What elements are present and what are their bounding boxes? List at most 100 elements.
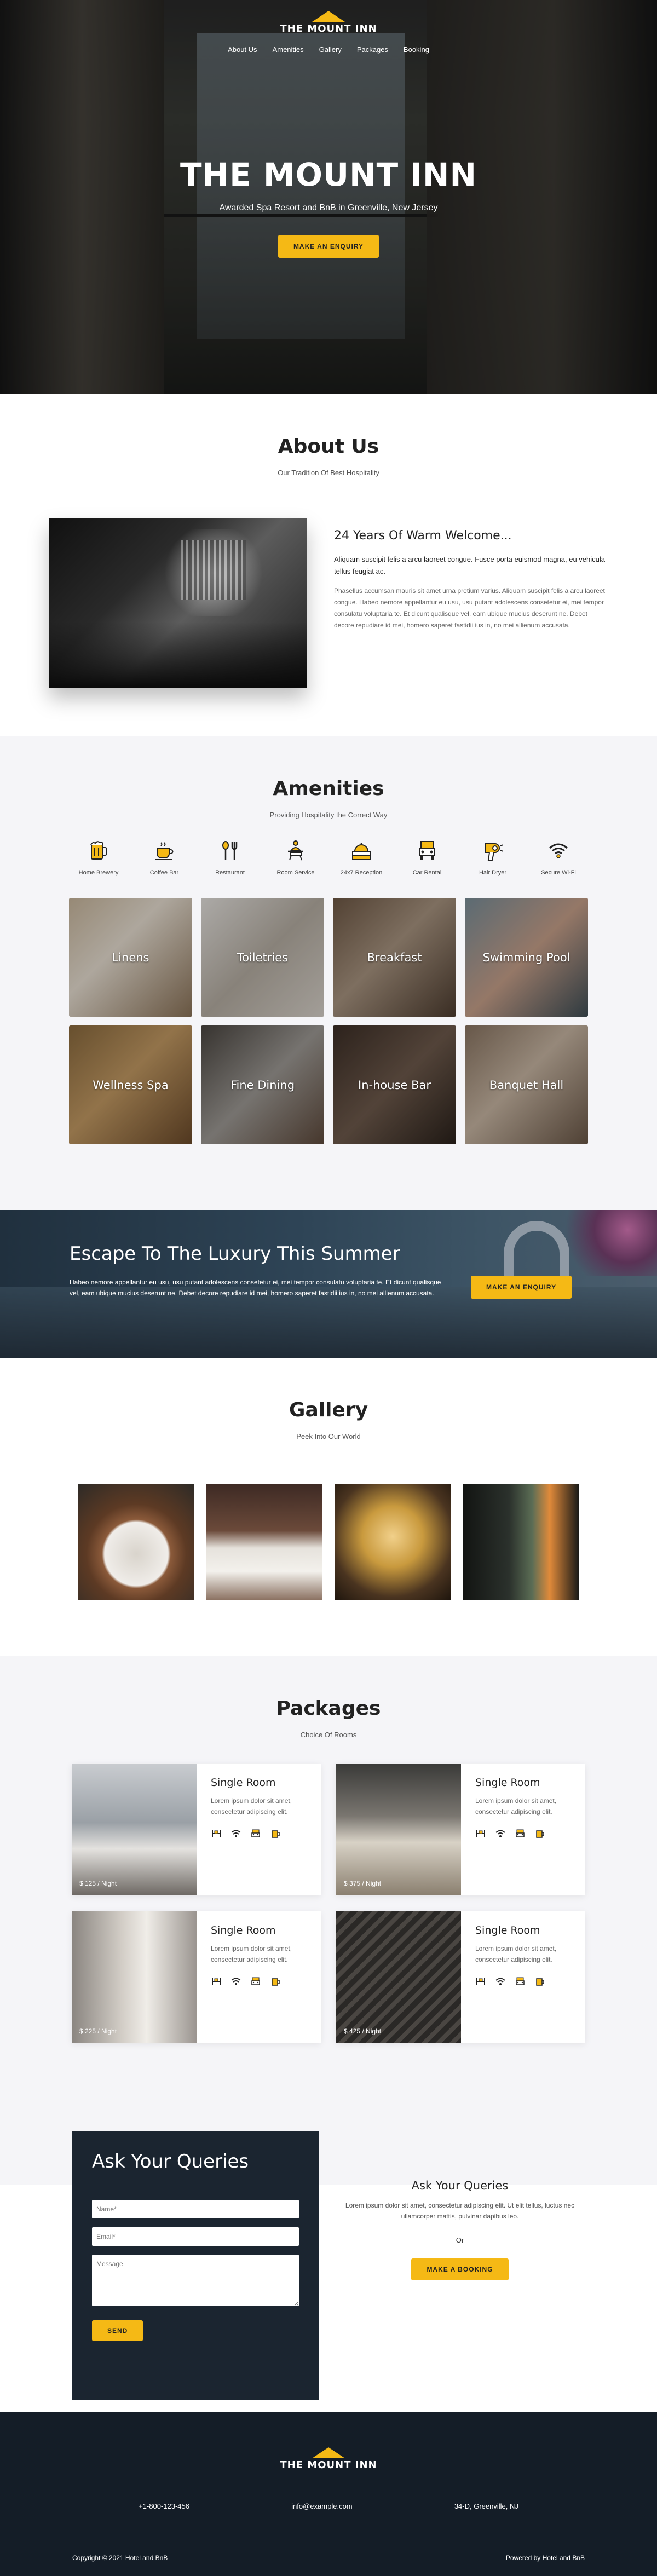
- tile-fine-dining[interactable]: Fine Dining: [201, 1025, 324, 1144]
- gallery-image-bedroom[interactable]: [206, 1484, 322, 1600]
- footer-phone[interactable]: +1-800-123-456: [139, 2502, 189, 2510]
- nav-link-packages[interactable]: Packages: [357, 45, 388, 54]
- amenity-hair-dryer: Hair Dryer: [463, 838, 522, 876]
- tile-label: Linens: [112, 950, 149, 964]
- package-card[interactable]: $ 375 / Night Single Room Lorem ipsum do…: [336, 1764, 585, 1895]
- booking-panel-text: Lorem ipsum dolor sit amet, consectetur …: [345, 2202, 575, 2220]
- main-menu: About Us Amenities Gallery Packages Book…: [0, 45, 657, 54]
- promo-content: Escape To The Luxury This Summer Habeo n…: [70, 1243, 453, 1299]
- package-name: Single Room: [211, 1924, 276, 1937]
- package-description: Lorem ipsum dolor sit amet, consectetur …: [475, 1797, 557, 1816]
- nav-link-about[interactable]: About Us: [228, 45, 257, 54]
- tile-banquet-hall[interactable]: Banquet Hall: [465, 1025, 588, 1144]
- amenity-coffee-bar: Coffee Bar: [135, 838, 194, 876]
- package-price: $ 425 / Night: [344, 2027, 382, 2035]
- about-lead: Aliquam suscipit felis a arcu laoreet co…: [334, 555, 605, 575]
- package-features: [475, 1828, 571, 1839]
- footer-logo-text: THE MOUNT INN: [280, 2459, 377, 2471]
- about-body: Phasellus accumsan mauris sit amet urna …: [334, 587, 605, 629]
- nav-link-booking[interactable]: Booking: [404, 45, 429, 54]
- hero-section: THE MOUNT INN About Us Amenities Gallery…: [0, 0, 657, 394]
- nav-link-gallery[interactable]: Gallery: [319, 45, 342, 54]
- promo-enquiry-button[interactable]: MAKE AN ENQUIRY: [471, 1276, 572, 1299]
- room-service-icon: [212, 1830, 221, 1837]
- gallery-title: Gallery: [289, 1399, 368, 1421]
- make-booking-button[interactable]: MAKE A BOOKING: [411, 2258, 509, 2280]
- email-field[interactable]: [92, 2227, 299, 2246]
- booking-panel-title: Ask Your Queries: [411, 2179, 509, 2192]
- gallery-image-lounge[interactable]: [463, 1484, 579, 1600]
- footer-logo[interactable]: THE MOUNT INN: [0, 2447, 657, 2471]
- amenity-icons-row: Home Brewery Coffee Bar Restaurant Room …: [0, 838, 657, 876]
- or-divider: Or: [456, 2236, 464, 2244]
- gallery-image-champagne[interactable]: [335, 1484, 451, 1600]
- summer-promo-banner: Escape To The Luxury This Summer Habeo n…: [0, 1210, 657, 1358]
- beer-mug-icon: [272, 1978, 280, 1986]
- site-header: THE MOUNT INN About Us Amenities Gallery…: [0, 0, 657, 54]
- tile-label: In-house Bar: [358, 1078, 431, 1092]
- package-card[interactable]: $ 125 / Night Single Room Lorem ipsum do…: [72, 1764, 321, 1895]
- packages-subtitle: Choice Of Rooms: [300, 1731, 357, 1739]
- name-field[interactable]: [92, 2200, 299, 2218]
- site-logo[interactable]: THE MOUNT INN: [280, 11, 377, 34]
- package-description: Lorem ipsum dolor sit amet, consectetur …: [475, 1945, 557, 1963]
- footer-email[interactable]: info@example.com: [291, 2502, 352, 2510]
- about-row: 24 Years Of Warm Welcome... Aliquam susc…: [49, 518, 608, 688]
- promo-background-flowers: [558, 1210, 657, 1276]
- gallery-images-row: [0, 1484, 657, 1600]
- amenity-label: Hair Dryer: [479, 869, 507, 876]
- tile-swimming-pool[interactable]: Swimming Pool: [465, 898, 588, 1017]
- amenity-home-brewery: Home Brewery: [69, 838, 128, 876]
- package-photo: $ 125 / Night: [72, 1764, 197, 1895]
- tile-label: Wellness Spa: [93, 1078, 169, 1092]
- promo-text: Habeo nemore appellantur eu usu, usu put…: [70, 1278, 441, 1297]
- hero-enquiry-button[interactable]: MAKE AN ENQUIRY: [278, 235, 379, 258]
- amenity-label: Restaurant: [215, 869, 245, 876]
- tile-wellness-spa[interactable]: Wellness Spa: [69, 1025, 192, 1144]
- package-features: [211, 1976, 307, 1987]
- queries-section: Ask Your Queries SEND Ask Your Queries L…: [0, 2131, 657, 2412]
- wifi-icon: [549, 843, 568, 858]
- gallery-subtitle: Peek Into Our World: [296, 1432, 361, 1440]
- footer-powered-by: Powered by Hotel and BnB: [505, 2554, 585, 2562]
- package-body: Single Room Lorem ipsum dolor sit amet, …: [197, 1764, 321, 1895]
- nav-link-amenities[interactable]: Amenities: [273, 45, 304, 54]
- tile-linens[interactable]: Linens: [69, 898, 192, 1017]
- package-price: $ 225 / Night: [79, 2027, 117, 2035]
- tile-label: Fine Dining: [230, 1078, 295, 1092]
- car-icon: [251, 1977, 260, 1985]
- message-field[interactable]: [92, 2255, 299, 2306]
- about-bar-photo: [49, 518, 307, 688]
- amenities-title: Amenities: [273, 777, 384, 800]
- wifi-icon: [495, 1978, 505, 1985]
- wifi-icon: [495, 1830, 505, 1837]
- tile-breakfast[interactable]: Breakfast: [333, 898, 456, 1017]
- mountain-logo-icon: [312, 2447, 345, 2458]
- footer-copyright: Copyright © 2021 Hotel and BnB: [72, 2554, 168, 2562]
- cutlery-icon: [222, 841, 238, 860]
- amenity-label: Home Brewery: [78, 869, 119, 876]
- send-button[interactable]: SEND: [92, 2320, 143, 2341]
- amenity-label: Room Service: [276, 869, 315, 876]
- package-photo: $ 375 / Night: [336, 1764, 461, 1895]
- booking-panel: Ask Your Queries Lorem ipsum dolor sit a…: [328, 2179, 591, 2280]
- car-icon: [419, 841, 435, 860]
- amenity-tiles-grid: Linens Toiletries Breakfast Swimming Poo…: [69, 898, 588, 1144]
- about-text: 24 Years Of Warm Welcome... Aliquam susc…: [334, 518, 608, 688]
- footer-contacts: +1-800-123-456 info@example.com 34-D, Gr…: [0, 2502, 657, 2510]
- gallery-image-steak[interactable]: [78, 1484, 194, 1600]
- about-section: About Us Our Tradition Of Best Hospitali…: [0, 394, 657, 736]
- about-subtitle: Our Tradition Of Best Hospitality: [278, 469, 379, 477]
- package-card[interactable]: $ 225 / Night Single Room Lorem ipsum do…: [72, 1911, 321, 2043]
- package-body: Single Room Lorem ipsum dolor sit amet, …: [461, 1764, 585, 1895]
- about-photo-bottles: [181, 540, 246, 600]
- site-logo-text: THE MOUNT INN: [280, 23, 377, 34]
- package-description: Lorem ipsum dolor sit amet, consectetur …: [211, 1945, 292, 1963]
- package-card[interactable]: $ 425 / Night Single Room Lorem ipsum do…: [336, 1911, 585, 2043]
- tile-in-house-bar[interactable]: In-house Bar: [333, 1025, 456, 1144]
- package-body: Single Room Lorem ipsum dolor sit amet, …: [461, 1911, 585, 2043]
- amenities-section: Amenities Providing Hospitality the Corr…: [0, 736, 657, 1210]
- tile-label: Swimming Pool: [482, 950, 570, 964]
- amenity-label: Coffee Bar: [149, 869, 179, 876]
- tile-toiletries[interactable]: Toiletries: [201, 898, 324, 1017]
